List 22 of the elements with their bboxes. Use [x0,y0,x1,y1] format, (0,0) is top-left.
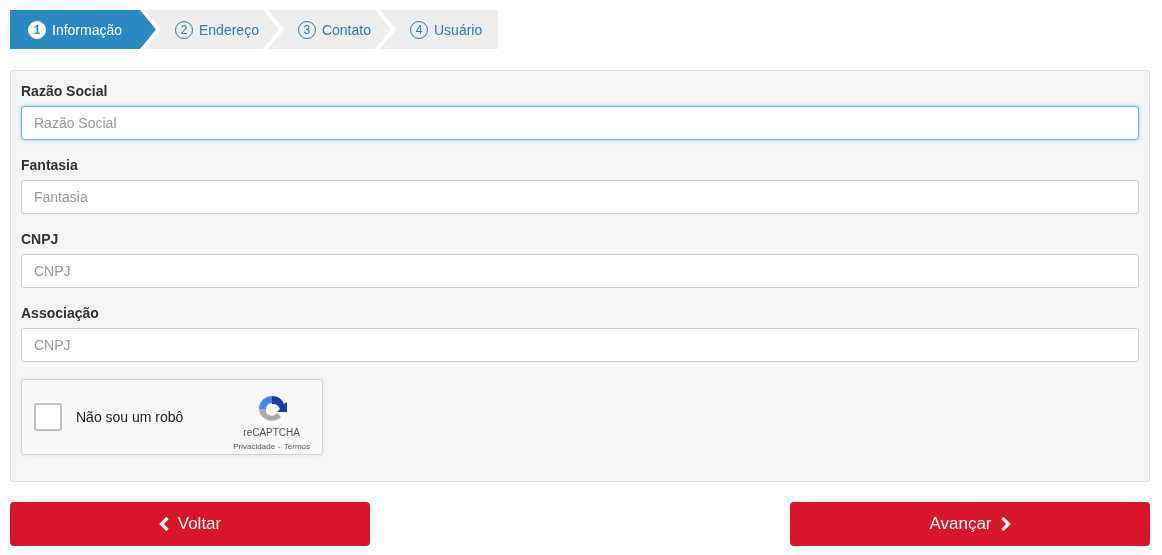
chevron-right-icon [999,517,1011,531]
privacy-link[interactable]: Privacidade [233,442,276,451]
link-separator: - [278,442,281,451]
captcha-label: Não sou um robô [76,409,185,425]
captcha-brand: reCAPTCHA [243,427,300,438]
field-label: CNPJ [21,231,60,247]
step-tab[interactable]: 2 Endereço [145,10,279,49]
chevron-left-icon [158,517,170,531]
back-button[interactable]: Voltar [10,502,370,546]
next-button[interactable]: Avançar [790,502,1150,546]
step-tab[interactable]: 1 Informação [10,10,156,49]
input-field[interactable]: CNPJ [21,254,1139,288]
captcha-checkbox[interactable] [34,403,62,431]
step-tab[interactable]: 3 Contato [267,10,391,49]
terms-link[interactable]: Termos [283,442,310,451]
input-field[interactable]: CNPJ [21,328,1139,362]
input-field[interactable]: Fantasia [21,180,1139,214]
input-field[interactable]: Razão Social [21,106,1139,140]
field-label: Associação [21,305,100,321]
field-label: Razão Social [21,83,109,99]
field-label: Fantasia [21,157,79,173]
step-tab[interactable]: 4 Usuário [380,10,499,49]
